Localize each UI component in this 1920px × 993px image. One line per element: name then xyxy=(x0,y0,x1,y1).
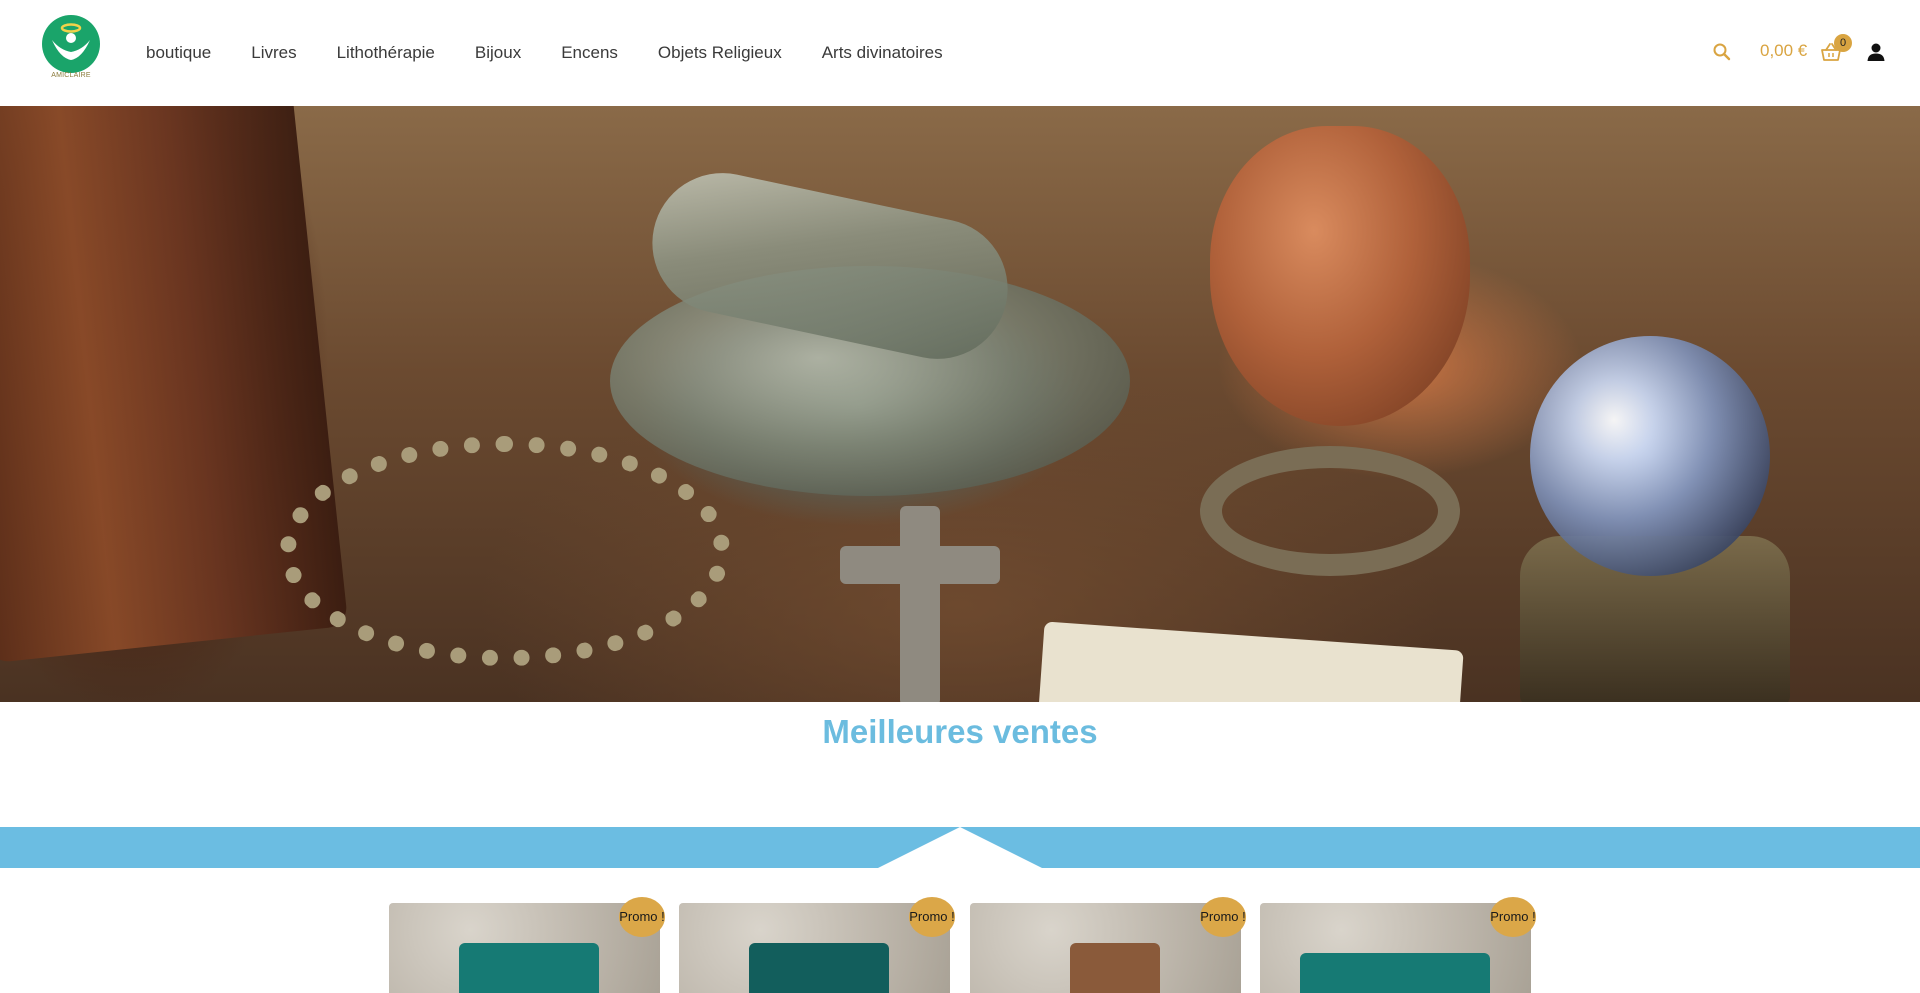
promo-badge: Promo ! xyxy=(1490,897,1536,937)
nav-item-boutique[interactable]: boutique xyxy=(146,43,211,63)
promo-badge: Promo ! xyxy=(619,897,665,937)
product-image[interactable] xyxy=(1070,943,1160,993)
hero-incense-pot-shape xyxy=(1210,126,1470,426)
promo-badge: Promo ! xyxy=(909,897,955,937)
hero-crystal-ball-shape xyxy=(1530,336,1770,576)
search-icon[interactable] xyxy=(1712,42,1732,62)
nav-item-livres[interactable]: Livres xyxy=(251,43,296,63)
logo-text: AMICLAIRE xyxy=(51,72,91,79)
main-nav: boutique Livres Lithothérapie Bijoux Enc… xyxy=(146,0,983,106)
nav-item-bijoux[interactable]: Bijoux xyxy=(475,43,521,63)
cart-total[interactable]: 0,00 € xyxy=(1760,41,1807,61)
nav-item-arts-divinatoires[interactable]: Arts divinatoires xyxy=(822,43,943,63)
nav-item-encens[interactable]: Encens xyxy=(561,43,618,63)
user-icon[interactable] xyxy=(1866,42,1886,62)
product-image[interactable] xyxy=(459,943,599,993)
product-image[interactable] xyxy=(749,943,889,993)
nav-item-objets-religieux[interactable]: Objets Religieux xyxy=(658,43,782,63)
hero-cross-shape xyxy=(900,506,940,702)
nav-item-lithotherapie[interactable]: Lithothérapie xyxy=(337,43,435,63)
section-title: Meilleures ventes xyxy=(822,713,1098,750)
angel-logo-icon xyxy=(42,15,100,73)
site-header: AMICLAIRE boutique Livres Lithothérapie … xyxy=(0,0,1920,106)
hero-banner-image xyxy=(0,106,1920,702)
hero-cross-bar-shape xyxy=(840,546,1000,584)
cart-count-badge: 0 xyxy=(1834,34,1852,52)
product-grid: Promo ! Promo ! Promo ! Promo ! xyxy=(389,897,1536,993)
hero-necklace-shape xyxy=(280,436,730,666)
hero-ring-shape xyxy=(1200,446,1460,576)
promo-badge: Promo ! xyxy=(1200,897,1246,937)
logo[interactable]: AMICLAIRE xyxy=(40,14,102,84)
section-divider-notch xyxy=(878,827,1042,868)
hero-tarot-card-shape xyxy=(1036,621,1464,702)
product-image[interactable] xyxy=(1300,953,1490,993)
